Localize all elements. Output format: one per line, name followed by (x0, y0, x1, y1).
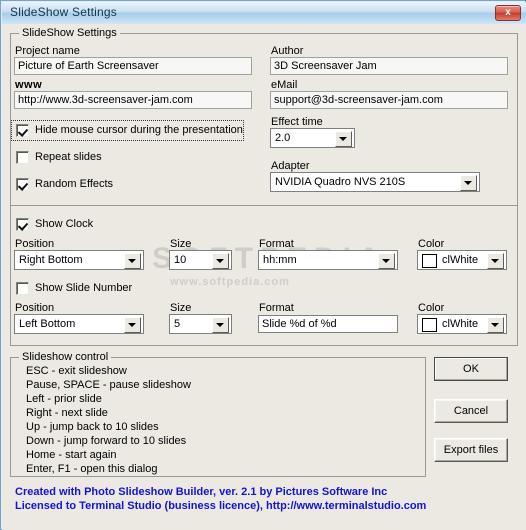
slide-number-position-combo[interactable]: Left Bottom (14, 314, 144, 334)
checkbox-icon[interactable] (16, 282, 29, 295)
checkbox-icon[interactable] (16, 178, 29, 191)
checkbox-icon[interactable] (16, 151, 29, 164)
control-line: Pause, SPACE - pause slideshow (26, 379, 191, 391)
slide-number-size-combo[interactable]: 5 (169, 314, 232, 334)
project-name-input[interactable]: Picture of Earth Screensaver (14, 57, 252, 75)
chevron-down-icon[interactable] (460, 175, 477, 191)
control-line: Down - jump forward to 10 slides (26, 435, 187, 447)
control-line: Up - jump back to 10 slides (26, 421, 159, 433)
clock-position-combo[interactable]: Right Bottom (14, 250, 144, 270)
clock-size-label: Size (170, 238, 192, 250)
adapter-combo[interactable]: NVIDIA Quadro NVS 210S (270, 172, 480, 192)
chevron-down-icon[interactable] (378, 253, 395, 269)
clock-position-value: Right Bottom (19, 254, 83, 266)
control-line: Left - prior slide (26, 393, 102, 405)
export-files-button-label: Export files (443, 444, 499, 456)
control-line: Home - start again (26, 449, 117, 461)
adapter-value: NVIDIA Quadro NVS 210S (275, 176, 406, 188)
export-files-button[interactable]: Export files (434, 438, 508, 462)
footer-line-2: Licensed to Terminal Studio (business li… (15, 500, 427, 512)
clock-size-combo[interactable]: 10 (169, 250, 232, 270)
slide-number-color-label: Color (418, 302, 445, 314)
group-caption: SlideShow Settings (19, 27, 120, 39)
chevron-down-icon[interactable] (124, 317, 141, 333)
adapter-label: Adapter (271, 160, 310, 172)
clock-format-value: hh:mm (263, 254, 297, 266)
slideshow-control-caption: Slideshow control (19, 351, 112, 363)
slide-number-position-label: Position (15, 302, 55, 314)
slide-number-format-label: Format (259, 302, 294, 314)
window-title: SlideShow Settings (10, 5, 117, 19)
color-swatch-icon (422, 318, 437, 332)
slide-number-color-combo[interactable]: clWhite (417, 314, 507, 334)
checkbox-icon[interactable] (16, 218, 29, 231)
section-divider (11, 205, 517, 206)
footer: Created with Photo Slideshow Builder, ve… (3, 486, 526, 512)
control-line: Right - next slide (26, 407, 108, 419)
color-swatch-icon (422, 254, 437, 268)
hide-cursor-label: Hide mouse cursor during the presentatio… (35, 124, 243, 136)
dialog-body: SOFTPEDIA www.softpedia.com SlideShow Se… (2, 24, 526, 530)
clock-color-label: Color (418, 238, 445, 250)
clock-size-value: 10 (174, 254, 187, 266)
effect-time-label: Effect time (271, 116, 323, 128)
email-input[interactable]: support@3d-screensaver-jam.com (270, 91, 508, 109)
slide-number-color-value: clWhite (442, 318, 479, 330)
random-effects-label: Random Effects (35, 178, 114, 190)
chevron-down-icon[interactable] (212, 253, 229, 269)
www-input[interactable]: http://www.3d-screensaver-jam.com (14, 91, 252, 109)
show-clock-label: Show Clock (35, 218, 94, 230)
effect-time-value: 2.0 (275, 132, 291, 144)
www-label: www (15, 79, 43, 91)
chevron-down-icon[interactable] (124, 253, 141, 269)
slide-number-position-value: Left Bottom (19, 318, 76, 330)
chevron-down-icon[interactable] (487, 317, 504, 333)
slide-number-size-value: 5 (174, 318, 181, 330)
clock-format-combo[interactable]: hh:mm (258, 250, 398, 270)
clock-color-value: clWhite (442, 254, 479, 266)
author-label: Author (271, 45, 304, 57)
slide-number-format-input[interactable]: Slide %d of %d (258, 315, 398, 333)
project-name-label: Project name (15, 45, 80, 57)
footer-line-1: Created with Photo Slideshow Builder, ve… (15, 486, 388, 498)
author-input[interactable]: 3D Screensaver Jam (270, 57, 508, 75)
close-icon[interactable]: x (495, 5, 521, 21)
ok-button[interactable]: OK (434, 357, 508, 381)
title-bar: SlideShow Settings x (2, 2, 526, 25)
slideshow-settings-window: SlideShow Settings x SOFTPEDIA www.softp… (0, 0, 526, 530)
email-label: eMail (271, 79, 298, 91)
chevron-down-icon[interactable] (335, 131, 352, 147)
clock-position-label: Position (15, 238, 55, 250)
control-line: Enter, F1 - open this dialog (26, 463, 158, 475)
ok-button-label: OK (463, 363, 479, 375)
effect-time-combo[interactable]: 2.0 (270, 128, 355, 148)
slide-number-size-label: Size (170, 302, 192, 314)
show-slide-number-label: Show Slide Number (35, 282, 133, 294)
cancel-button-label: Cancel (453, 405, 489, 417)
chevron-down-icon[interactable] (487, 253, 504, 269)
checkbox-icon[interactable] (16, 124, 29, 137)
repeat-slides-label: Repeat slides (35, 151, 102, 163)
clock-format-label: Format (259, 238, 294, 250)
cancel-button[interactable]: Cancel (434, 399, 508, 423)
chevron-down-icon[interactable] (212, 317, 229, 333)
clock-color-combo[interactable]: clWhite (417, 250, 507, 270)
control-line: ESC - exit slideshow (26, 365, 127, 377)
